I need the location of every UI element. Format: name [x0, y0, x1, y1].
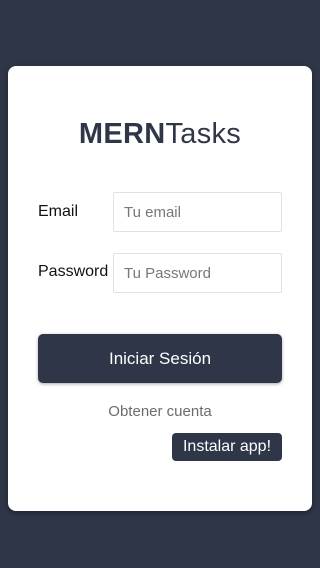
brand-light: Tasks [165, 118, 242, 150]
brand-logo: MERNTasks [8, 118, 312, 150]
email-label: Email [38, 203, 79, 220]
login-page: { "brand": { "strong": "MERN", "light": … [0, 0, 320, 568]
signup-link[interactable]: Obtener cuenta [8, 403, 312, 420]
login-card: MERNTasks Email Password Iniciar Sesión … [8, 66, 312, 511]
email-field[interactable] [113, 192, 282, 232]
brand-strong: MERN [78, 118, 166, 150]
login-button[interactable]: Iniciar Sesión [38, 334, 282, 383]
password-label: Password [38, 263, 109, 280]
password-field[interactable] [113, 253, 282, 293]
install-app-button[interactable]: Instalar app! [172, 433, 282, 461]
